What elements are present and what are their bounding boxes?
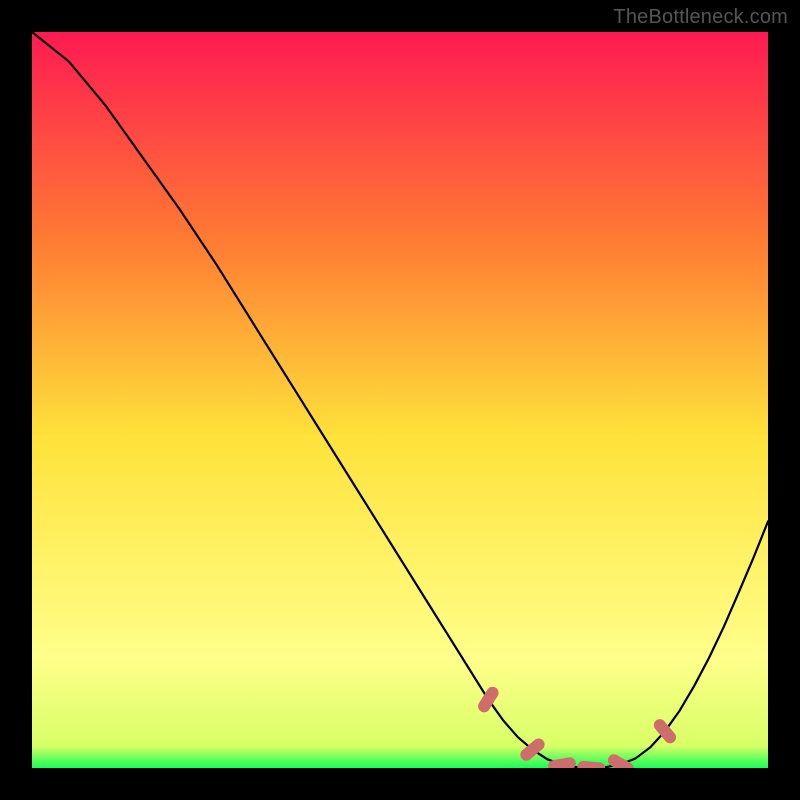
chart-container: TheBottleneck.com <box>0 0 800 800</box>
gradient-background <box>32 32 768 768</box>
chart-svg <box>32 32 768 768</box>
watermark-text: TheBottleneck.com <box>613 6 788 29</box>
